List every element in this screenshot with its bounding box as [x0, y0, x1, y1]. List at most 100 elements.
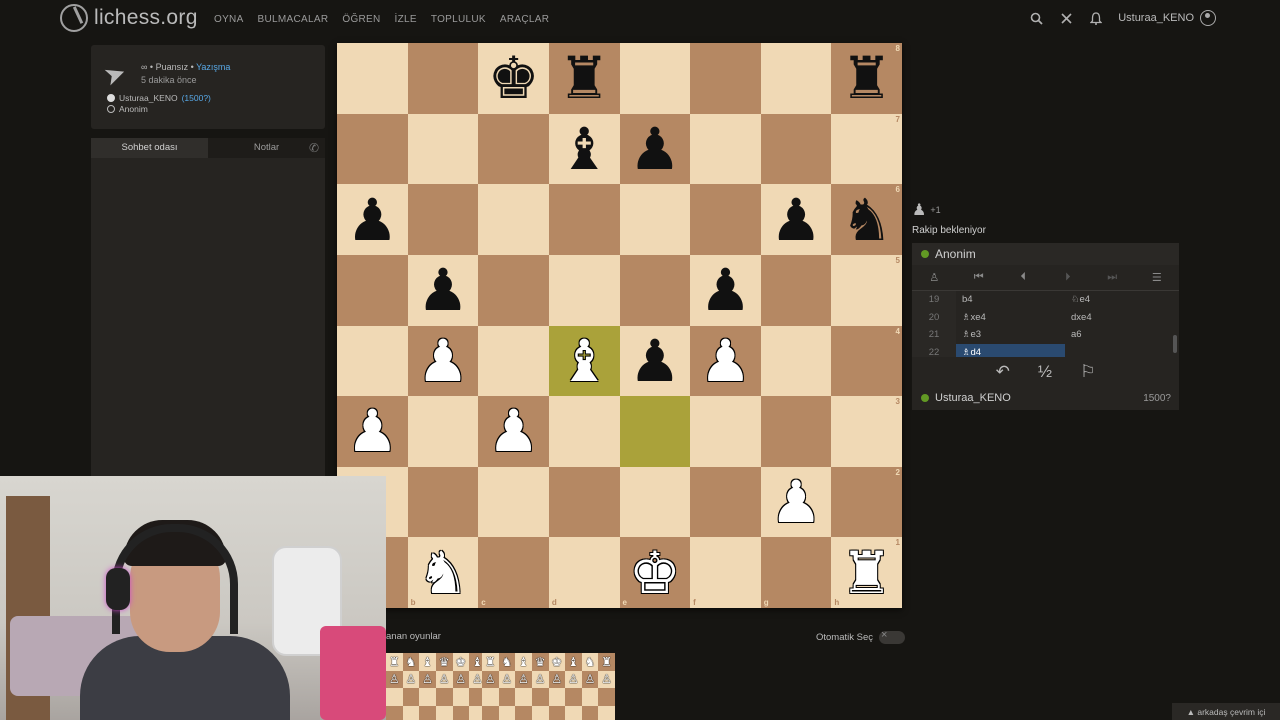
- opponent-name[interactable]: Anonim: [935, 247, 976, 261]
- flip-board-icon[interactable]: ♙: [919, 271, 949, 284]
- square-d6[interactable]: [548, 184, 620, 255]
- previous-move-icon[interactable]: ⏴: [1008, 271, 1038, 284]
- square-c1[interactable]: c: [478, 537, 549, 608]
- square-b1[interactable]: ♞ b: [407, 537, 479, 608]
- square-g5[interactable]: [760, 254, 832, 326]
- square-g1[interactable]: g: [760, 537, 832, 608]
- square-f4[interactable]: ♟: [690, 325, 761, 397]
- tab-chat-room[interactable]: Sohbet odası: [91, 138, 208, 158]
- last-move-icon[interactable]: ⏭: [1097, 271, 1127, 284]
- square-d3[interactable]: [548, 396, 620, 467]
- black-move[interactable]: ♘e4: [1065, 291, 1174, 309]
- white-pawn-icon[interactable]: ♟: [770, 473, 822, 531]
- square-e1[interactable]: ♚ e: [619, 537, 691, 608]
- square-c2[interactable]: [478, 466, 549, 538]
- square-f3[interactable]: [690, 396, 761, 467]
- square-f8[interactable]: [690, 43, 761, 114]
- black-move[interactable]: dxe4: [1065, 309, 1174, 327]
- player-black[interactable]: Anonim: [107, 104, 148, 114]
- black-rook-icon[interactable]: ♜: [841, 49, 893, 107]
- phone-icon[interactable]: ✆: [309, 141, 319, 155]
- black-knight-icon[interactable]: ♞: [841, 191, 893, 249]
- square-g8[interactable]: [760, 43, 832, 114]
- black-pawn-icon[interactable]: ♟: [699, 261, 751, 319]
- square-h2[interactable]: 2: [831, 466, 902, 538]
- square-g3[interactable]: [760, 396, 832, 467]
- square-a6[interactable]: ♟: [337, 184, 408, 255]
- nav-play[interactable]: OYNA: [214, 14, 244, 25]
- black-rook-icon[interactable]: ♜: [558, 49, 610, 107]
- nav-watch[interactable]: İZLE: [395, 14, 417, 25]
- white-pawn-icon[interactable]: ♟: [346, 402, 398, 460]
- first-move-icon[interactable]: ⏮: [964, 271, 994, 284]
- square-d5[interactable]: [548, 254, 620, 326]
- white-pawn-icon[interactable]: ♟: [699, 332, 751, 390]
- white-move[interactable]: ♗xe4: [956, 309, 1065, 327]
- nav-community[interactable]: TOPLULUK: [431, 14, 486, 25]
- square-a7[interactable]: [337, 113, 408, 185]
- square-e4[interactable]: ♟: [619, 325, 691, 397]
- black-move[interactable]: a6: [1065, 326, 1174, 344]
- nav-tools[interactable]: ARAÇLAR: [500, 14, 549, 25]
- square-b6[interactable]: [407, 184, 479, 255]
- ongoing-game-preview[interactable]: ♜ ♞ ♝ ♛ ♚ ♝ ♞ ♜ ♙ ♙ ♙ ♙ ♙ ♙ ♙ ♙: [482, 653, 615, 720]
- lichess-logo[interactable]: lichess.org: [60, 4, 198, 32]
- black-bishop-icon[interactable]: ♝: [558, 120, 610, 178]
- black-king-icon[interactable]: ♚: [488, 49, 540, 107]
- white-rook-icon[interactable]: ♜: [841, 544, 893, 602]
- menu-icon[interactable]: ☰: [1142, 271, 1172, 284]
- white-move[interactable]: ♗e3: [956, 326, 1065, 344]
- square-h1[interactable]: ♜ 1 h: [831, 537, 902, 608]
- square-a8[interactable]: [337, 43, 408, 114]
- square-g2[interactable]: ♟: [760, 466, 832, 538]
- square-b4[interactable]: ♟: [407, 325, 479, 397]
- bell-icon[interactable]: [1088, 10, 1104, 26]
- black-pawn-icon[interactable]: ♟: [417, 261, 469, 319]
- square-f1[interactable]: f: [690, 537, 761, 608]
- square-e3[interactable]: [619, 396, 691, 467]
- square-f6[interactable]: [690, 184, 761, 255]
- square-d4[interactable]: ♝: [548, 325, 620, 397]
- black-move[interactable]: [1065, 344, 1174, 358]
- square-g7[interactable]: [760, 113, 832, 185]
- square-c5[interactable]: [478, 254, 549, 326]
- square-c6[interactable]: [478, 184, 549, 255]
- square-d7[interactable]: ♝: [548, 113, 620, 185]
- next-move-icon[interactable]: ⏵: [1053, 271, 1083, 284]
- square-h3[interactable]: 3: [831, 396, 902, 467]
- square-b2[interactable]: [407, 466, 479, 538]
- white-pawn-icon[interactable]: ♟: [488, 402, 540, 460]
- square-h7[interactable]: 7: [831, 113, 902, 185]
- friends-online-bar[interactable]: ▲ arkadaş çevrim içi: [1172, 703, 1280, 720]
- square-h8[interactable]: ♜ 8: [831, 43, 902, 114]
- black-pawn-icon[interactable]: ♟: [346, 191, 398, 249]
- black-pawn-icon[interactable]: ♟: [770, 191, 822, 249]
- square-c3[interactable]: ♟: [478, 396, 549, 467]
- square-f2[interactable]: [690, 466, 761, 538]
- correspondence-link[interactable]: Yazışma: [196, 62, 230, 72]
- tab-notes[interactable]: Notlar: [208, 138, 325, 158]
- square-h5[interactable]: 5: [831, 254, 902, 326]
- square-c4[interactable]: [478, 325, 549, 397]
- square-e2[interactable]: [619, 466, 691, 538]
- auto-select[interactable]: Otomatik Seç: [816, 629, 906, 644]
- takeback-icon[interactable]: ↶: [996, 362, 1010, 382]
- square-g6[interactable]: ♟: [760, 184, 832, 255]
- black-pawn-icon[interactable]: ♟: [629, 120, 681, 178]
- square-b8[interactable]: [407, 43, 479, 114]
- draw-offer-icon[interactable]: ½: [1038, 362, 1052, 382]
- black-pawn-icon[interactable]: ♟: [629, 332, 681, 390]
- user-menu[interactable]: Usturaa_KENO: [1118, 10, 1216, 26]
- square-b5[interactable]: ♟: [407, 254, 479, 326]
- square-d1[interactable]: d: [548, 537, 620, 608]
- square-a3[interactable]: ♟: [337, 396, 408, 467]
- white-move[interactable]: b4: [956, 291, 1065, 309]
- square-a4[interactable]: [337, 325, 408, 397]
- square-e6[interactable]: [619, 184, 691, 255]
- move-list-scrollbar[interactable]: [1173, 335, 1177, 353]
- white-knight-icon[interactable]: ♞: [417, 544, 469, 602]
- current-move[interactable]: ♗d4: [956, 343, 1065, 357]
- square-h6[interactable]: ♞ 6: [831, 184, 902, 255]
- square-b3[interactable]: [407, 396, 479, 467]
- square-c7[interactable]: [478, 113, 549, 185]
